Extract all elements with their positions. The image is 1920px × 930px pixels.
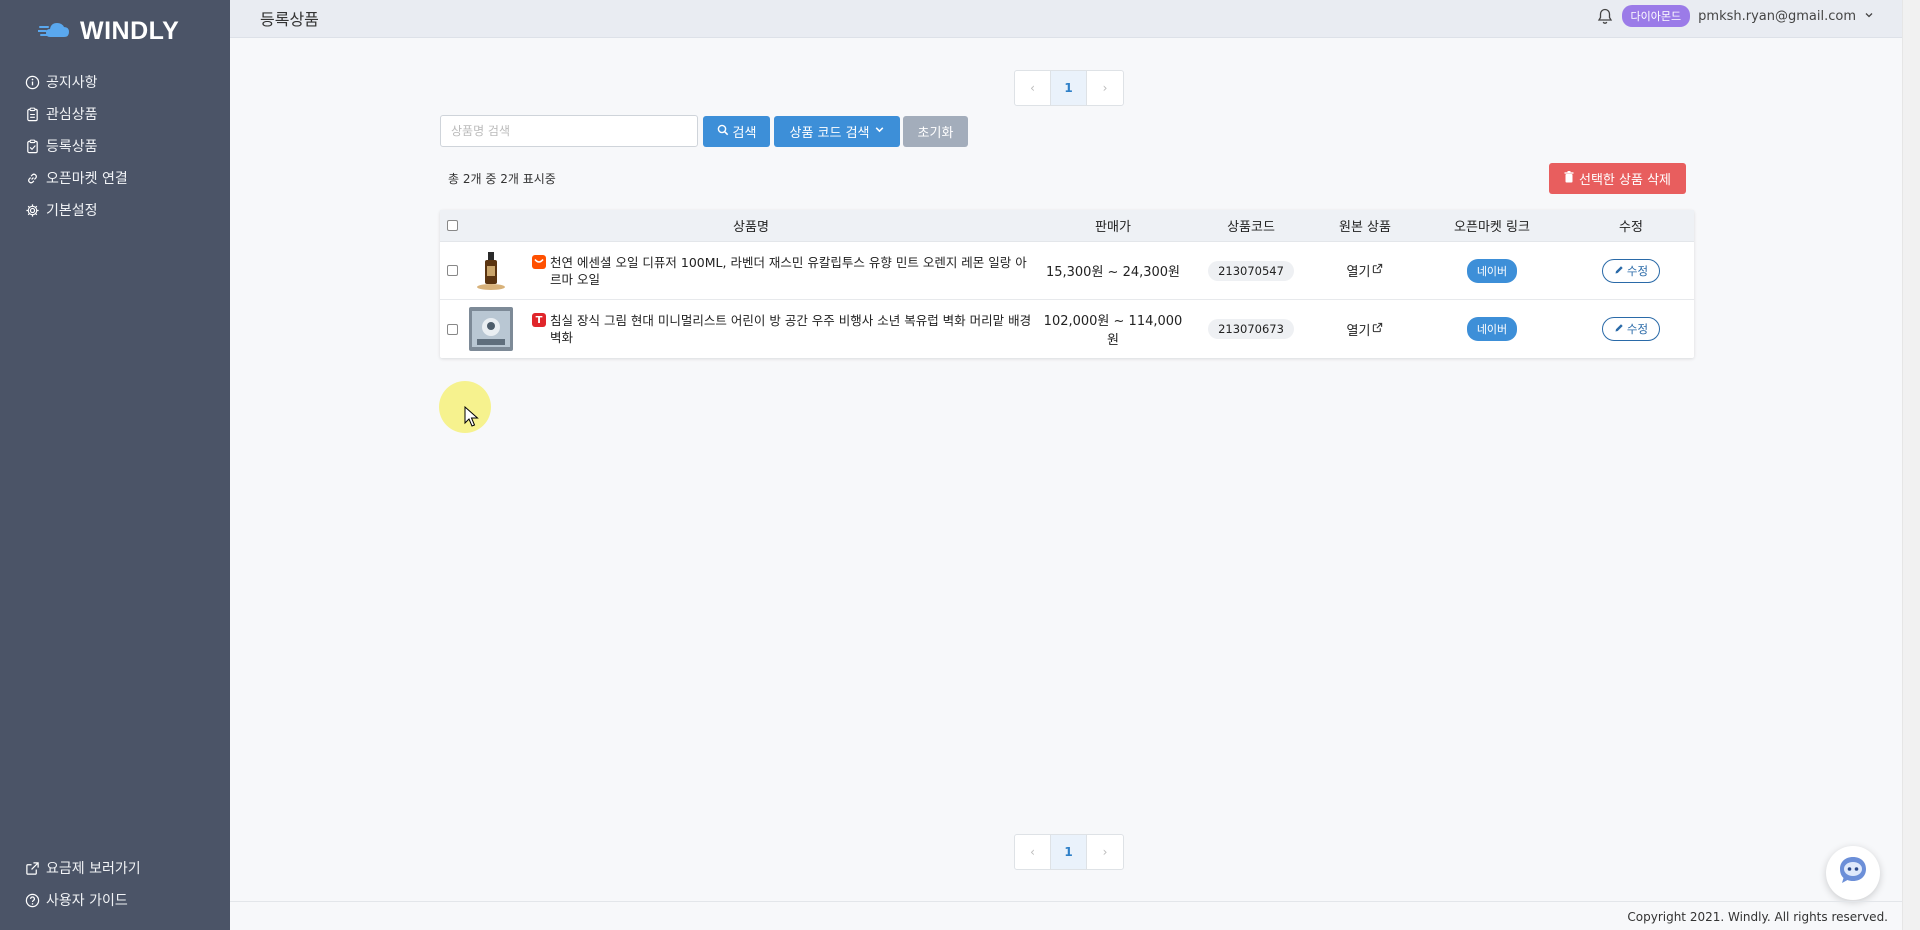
- external-link-icon: [22, 861, 42, 876]
- gear-icon: [22, 203, 42, 218]
- delete-selected-label: 선택한 상품 삭제: [1579, 173, 1671, 188]
- question-icon: [22, 893, 42, 908]
- column-header-edit: 수정: [1619, 220, 1643, 235]
- pagination-page[interactable]: 1: [1051, 71, 1087, 105]
- column-header-name: 상품명: [733, 220, 769, 235]
- sidebar-item-openmarket[interactable]: 오픈마켓 연결: [22, 162, 128, 194]
- trash-icon: [1564, 170, 1574, 187]
- sidebar: WINDLY 공지사항 관심상품 등록상품 오픈마켓 연결 기본설정 요금제 보…: [0, 0, 230, 930]
- product-thumbnail[interactable]: [469, 248, 513, 293]
- bell-icon[interactable]: [1596, 7, 1614, 25]
- chevron-down-icon: [874, 124, 885, 139]
- sidebar-item-pricing[interactable]: 요금제 보러가기: [22, 852, 141, 884]
- edit-label: 수정: [1626, 263, 1649, 278]
- open-original-label: 열기: [1346, 323, 1371, 339]
- chatbot-icon: [1835, 853, 1871, 893]
- edit-label: 수정: [1626, 322, 1649, 336]
- clipboard-check-icon: [22, 139, 42, 154]
- open-original-link[interactable]: 열기: [1347, 320, 1384, 339]
- result-count: 총 2개 중 2개 표시중: [448, 172, 556, 186]
- sidebar-bottom-nav: 요금제 보러가기 사용자 가이드: [22, 852, 141, 916]
- product-price: 15,300원 ~ 24,300원: [1045, 265, 1181, 280]
- footer-divider: [230, 901, 1902, 902]
- pagination-next[interactable]: ›: [1087, 835, 1123, 869]
- tier-badge: 다이아몬드: [1621, 5, 1691, 27]
- search-input[interactable]: [440, 115, 698, 147]
- column-header-original: 원본 상품: [1339, 220, 1391, 235]
- link-icon: [22, 171, 42, 186]
- chevron-down-icon[interactable]: [1864, 9, 1874, 24]
- table-row: T 침실 장식 그림 현대 미니멀리스트 어린이 방 공간 우주 비행사 소년 …: [440, 300, 1694, 358]
- sidebar-item-favorites[interactable]: 관심상품: [22, 98, 128, 130]
- logo[interactable]: WINDLY: [37, 14, 180, 48]
- code-search-dropdown[interactable]: 상품 코드 검색: [774, 116, 900, 147]
- vertical-scrollbar[interactable]: [1902, 0, 1920, 930]
- row-checkbox[interactable]: [446, 265, 458, 276]
- copyright: Copyright 2021. Windly. All rights reser…: [1627, 910, 1888, 924]
- product-name[interactable]: 침실 장식 그림 현대 미니멀리스트 어린이 방 공간 우주 비행사 소년 복유…: [550, 312, 1038, 346]
- open-original-link[interactable]: 열기: [1347, 261, 1384, 280]
- product-code: 213070547: [1208, 260, 1294, 281]
- column-header-code: 상품코드: [1227, 220, 1275, 235]
- sidebar-item-registered[interactable]: 등록상품: [22, 130, 128, 162]
- sidebar-item-label: 사용자 가이드: [46, 893, 128, 909]
- clipboard-icon: [22, 107, 42, 122]
- sidebar-item-guide[interactable]: 사용자 가이드: [22, 884, 141, 916]
- tmall-icon: [532, 254, 546, 269]
- header-right: 다이아몬드 pmksh.ryan@gmail.com: [1596, 5, 1874, 27]
- sidebar-item-label: 요금제 보러가기: [46, 861, 141, 877]
- product-code: 213070673: [1208, 319, 1294, 339]
- search-icon: [717, 124, 729, 140]
- column-header-openmarket: 오픈마켓 링크: [1454, 220, 1530, 235]
- sidebar-item-label: 등록상품: [46, 139, 98, 155]
- sidebar-item-settings[interactable]: 기본설정: [22, 194, 128, 226]
- cloud-logo-icon: [37, 18, 74, 44]
- edit-button[interactable]: 수정: [1601, 317, 1661, 341]
- table-row: 천연 에센셜 오일 디퓨저 100ML, 라벤더 재스민 유칼립투스 유향 민트…: [440, 242, 1694, 300]
- chat-support-button[interactable]: [1826, 846, 1880, 900]
- external-link-icon: [1372, 322, 1383, 337]
- sidebar-item-notice[interactable]: 공지사항: [22, 66, 128, 98]
- naver-link-badge[interactable]: 네이버: [1466, 317, 1518, 341]
- sidebar-item-label: 공지사항: [46, 75, 98, 91]
- pagination-next[interactable]: ›: [1087, 71, 1123, 105]
- search-button-label: 검색: [732, 126, 757, 141]
- products-table: 상품명 판매가 상품코드 원본 상품 오픈마켓 링크 수정 천연 에센셜 오일 …: [440, 210, 1694, 358]
- user-email[interactable]: pmksh.ryan@gmail.com: [1698, 9, 1856, 24]
- table-header: 상품명 판매가 상품코드 원본 상품 오픈마켓 링크 수정: [440, 210, 1694, 242]
- edit-button[interactable]: 수정: [1601, 258, 1661, 283]
- column-header-price: 판매가: [1095, 220, 1131, 235]
- pagination-page[interactable]: 1: [1051, 835, 1087, 869]
- sidebar-item-label: 관심상품: [46, 107, 98, 123]
- mouse-cursor-icon: [464, 405, 480, 432]
- pagination-prev[interactable]: ‹: [1015, 835, 1051, 869]
- sidebar-item-label: 오픈마켓 연결: [46, 171, 128, 187]
- logo-text: WINDLY: [80, 16, 180, 45]
- pencil-icon: [1614, 264, 1624, 278]
- select-all-checkbox[interactable]: [446, 220, 458, 231]
- product-name[interactable]: 천연 에센셜 오일 디퓨저 100ML, 라벤더 재스민 유칼립투스 유향 민트…: [550, 254, 1038, 288]
- sidebar-item-label: 기본설정: [46, 203, 98, 219]
- pencil-icon: [1614, 322, 1624, 336]
- search-button[interactable]: 검색: [703, 116, 770, 147]
- row-checkbox[interactable]: [446, 323, 458, 335]
- external-link-icon: [1372, 263, 1383, 278]
- product-thumbnail[interactable]: [469, 307, 513, 351]
- sidebar-nav: 공지사항 관심상품 등록상품 오픈마켓 연결 기본설정: [22, 66, 128, 226]
- pagination-bottom: ‹ 1 ›: [1014, 834, 1124, 870]
- code-search-label: 상품 코드 검색: [789, 126, 870, 141]
- pagination-top: ‹ 1 ›: [1014, 70, 1124, 106]
- naver-link-badge[interactable]: 네이버: [1466, 258, 1518, 283]
- top-header: 등록상품 다이아몬드 pmksh.ryan@gmail.com: [230, 0, 1902, 38]
- delete-selected-button[interactable]: 선택한 상품 삭제: [1549, 163, 1686, 194]
- open-original-label: 열기: [1346, 265, 1371, 280]
- page-title: 등록상품: [260, 10, 319, 29]
- info-icon: [22, 75, 42, 90]
- reset-button[interactable]: 초기화: [903, 116, 968, 147]
- taobao-icon: T: [532, 313, 546, 327]
- pagination-prev[interactable]: ‹: [1015, 71, 1051, 105]
- product-price: 102,000원 ~ 114,000원: [1043, 314, 1183, 348]
